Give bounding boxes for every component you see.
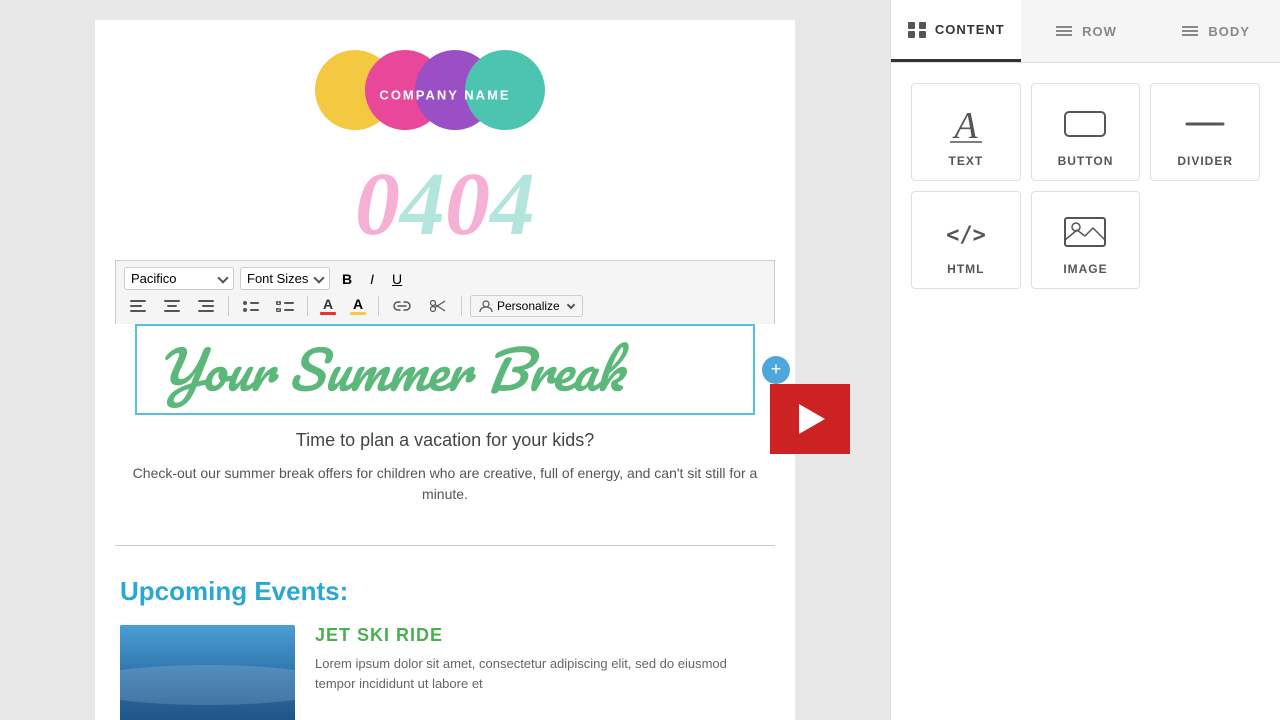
button-card-icon (1063, 104, 1107, 144)
align-right-button[interactable] (192, 294, 220, 318)
content-divider (115, 545, 775, 546)
font-size-chevron (313, 272, 324, 283)
ordered-list-icon: 1 2 (276, 301, 294, 312)
bg-color-icon: A (353, 297, 363, 311)
italic-button[interactable]: I (364, 268, 380, 290)
more-options-button[interactable] (423, 296, 453, 316)
logo-area: COMPANY NAME (95, 20, 795, 160)
scissors-icon (429, 299, 447, 313)
bold-button[interactable]: B (336, 268, 358, 290)
email-canvas: COMPANY NAME 0 4 0 4 Pacifico Font Sizes (95, 20, 795, 720)
toolbar-divider-2 (307, 296, 308, 316)
event-row: JET SKI RIDE Lorem ipsum dolor sit amet,… (120, 625, 770, 720)
right-panel: CONTENT ROW BODY A (890, 0, 1280, 720)
content-tab-icon (907, 21, 927, 39)
align-left-icon (130, 300, 146, 312)
image-card-label: IMAGE (1063, 262, 1107, 276)
bg-color-swatch (350, 312, 366, 315)
link-icon (393, 299, 411, 313)
font-family-select[interactable]: Pacifico (124, 267, 234, 290)
vacation-body: Check-out our summer break offers for ch… (120, 463, 770, 505)
font-size-select[interactable]: Font Sizes (240, 267, 330, 290)
font-color-button[interactable]: A (316, 295, 340, 317)
button-card-label: BUTTON (1058, 154, 1114, 168)
content-card-text[interactable]: A TEXT (911, 83, 1021, 181)
body-tab-icon (1180, 23, 1200, 39)
personalize-chevron (566, 301, 574, 309)
font-color-swatch (320, 312, 336, 315)
align-right-icon (198, 300, 214, 312)
toolbar-divider-3 (378, 296, 379, 316)
unordered-list-button[interactable] (237, 294, 265, 318)
drag-handle[interactable]: + (762, 356, 790, 384)
wave-image (120, 625, 295, 720)
text-card-label: TEXT (948, 154, 983, 168)
editor-area: COMPANY NAME 0 4 0 4 Pacifico Font Sizes (0, 0, 890, 720)
unordered-list-icon (243, 301, 259, 312)
company-name: COMPANY NAME (379, 88, 510, 103)
divider-card-icon (1183, 104, 1227, 144)
svg-text:</>: </> (946, 223, 986, 248)
ordered-list-button[interactable]: 1 2 (271, 294, 299, 318)
text-card-icon: A (946, 104, 986, 144)
font-color-icon: A (323, 297, 333, 311)
tab-content[interactable]: CONTENT (891, 0, 1021, 62)
html-card-label: HTML (947, 262, 984, 276)
align-center-button[interactable] (158, 294, 186, 318)
tab-row[interactable]: ROW (1021, 0, 1151, 62)
panel-tabs: CONTENT ROW BODY (891, 0, 1280, 63)
video-thumbnail[interactable] (770, 384, 850, 454)
svg-text:A: A (951, 105, 978, 146)
events-title: Upcoming Events: (120, 576, 770, 607)
bg-color-button[interactable]: A (346, 295, 370, 317)
image-card-icon (1063, 212, 1107, 252)
event-details: JET SKI RIDE Lorem ipsum dolor sit amet,… (315, 625, 770, 693)
divider-card-label: DIVIDER (1177, 154, 1233, 168)
toolbar-divider-4 (461, 296, 462, 316)
font-family-chevron (217, 272, 228, 283)
align-left-button[interactable] (124, 294, 152, 318)
content-card-html[interactable]: </> HTML (911, 191, 1021, 289)
summer-heading: Your Summer Break (157, 341, 733, 398)
row-tab-icon (1054, 23, 1074, 39)
personalize-icon (479, 299, 493, 313)
personalize-button[interactable]: Personalize (470, 295, 583, 317)
text-edit-box[interactable]: Your Summer Break (135, 324, 755, 415)
content-card-divider[interactable]: DIVIDER (1150, 83, 1260, 181)
vacation-subheading: Time to plan a vacation for your kids? (120, 430, 770, 451)
text-editor-toolbar: Pacifico Font Sizes B I U (115, 260, 775, 324)
play-icon (799, 404, 825, 434)
decorative-numbers: 0 4 0 4 (95, 160, 795, 260)
body-content: Time to plan a vacation for your kids? C… (95, 415, 795, 535)
underline-button[interactable]: U (386, 268, 408, 290)
content-card-button[interactable]: BUTTON (1031, 83, 1141, 181)
toolbar-divider-1 (228, 296, 229, 316)
upcoming-events-section: Upcoming Events: JET SKI RIDE Lorem ipsu… (95, 556, 795, 720)
tab-body[interactable]: BODY (1150, 0, 1280, 62)
html-card-icon: </> (944, 212, 988, 252)
event-image (120, 625, 295, 720)
panel-content: A TEXT BUTTON DIVIDER (891, 63, 1280, 720)
event-name: JET SKI RIDE (315, 625, 770, 646)
link-button[interactable] (387, 296, 417, 316)
align-center-icon (164, 300, 180, 312)
content-card-image[interactable]: IMAGE (1031, 191, 1141, 289)
event-description: Lorem ipsum dolor sit amet, consectetur … (315, 654, 770, 693)
